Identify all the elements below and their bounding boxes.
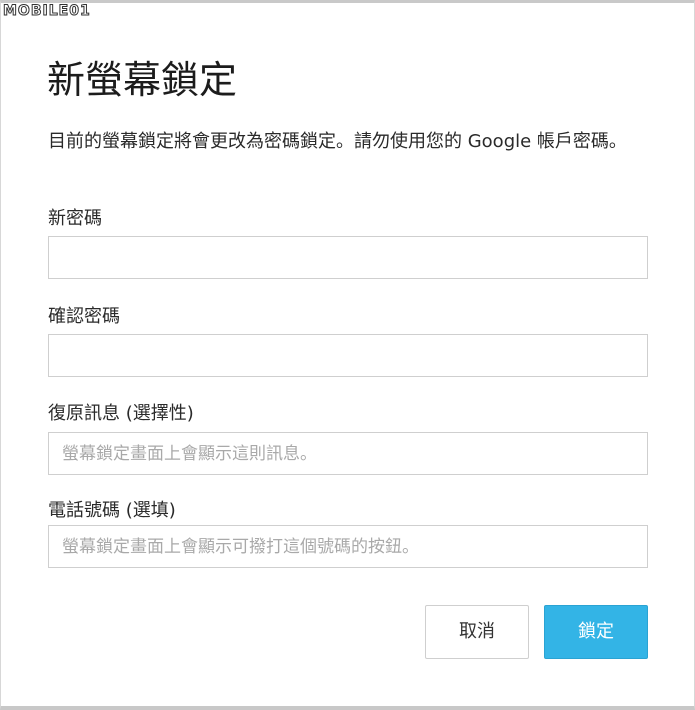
- phone-number-label: 電話號碼 (選填): [48, 500, 176, 521]
- new-password-input[interactable]: [48, 236, 648, 279]
- lock-button[interactable]: 鎖定: [544, 605, 648, 659]
- watermark-logo: MOBILE01: [3, 3, 91, 20]
- confirm-password-input[interactable]: [48, 334, 648, 377]
- cancel-button[interactable]: 取消: [425, 605, 529, 659]
- recovery-message-label: 復原訊息 (選擇性): [48, 403, 194, 424]
- dialog-title: 新螢幕鎖定: [47, 58, 238, 102]
- phone-number-input[interactable]: [48, 525, 648, 568]
- recovery-message-input[interactable]: [48, 432, 648, 475]
- new-password-label: 新密碼: [48, 208, 102, 229]
- dialog-window: MOBILE01 新螢幕鎖定 目前的螢幕鎖定將會更改為密碼鎖定。請勿使用您的 G…: [0, 0, 695, 710]
- confirm-password-label: 確認密碼: [48, 306, 120, 327]
- dialog-description: 目前的螢幕鎖定將會更改為密碼鎖定。請勿使用您的 Google 帳戶密碼。: [48, 131, 627, 152]
